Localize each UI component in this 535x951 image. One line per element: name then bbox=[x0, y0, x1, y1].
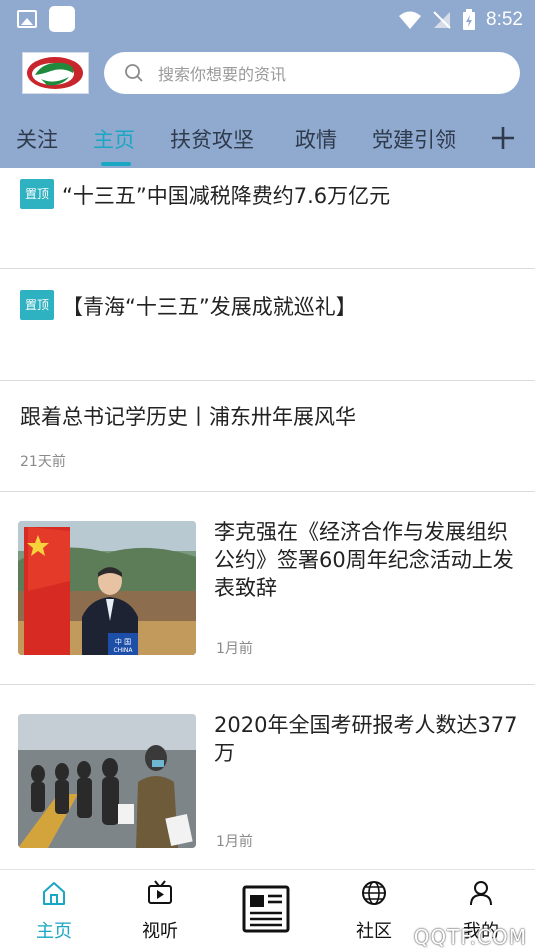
app-notification-icon bbox=[49, 6, 75, 32]
list-item[interactable]: 置顶 “十三五”中国减税降费约7.6万亿元 bbox=[0, 168, 535, 269]
active-tab-indicator bbox=[101, 162, 131, 166]
article-time: 1月前 bbox=[216, 834, 253, 850]
article-thumbnail bbox=[18, 714, 196, 848]
tab-party-building[interactable]: 党建引领 bbox=[372, 124, 456, 154]
clock: 8:52 bbox=[486, 9, 523, 30]
tv-icon bbox=[148, 880, 172, 904]
user-icon bbox=[470, 881, 492, 906]
search-bar[interactable]: 搜索你想要的资讯 bbox=[104, 52, 520, 94]
nav-home-label: 主页 bbox=[36, 921, 72, 942]
pinned-badge: 置顶 bbox=[20, 290, 55, 320]
nav-media-label: 视听 bbox=[142, 921, 178, 942]
nav-community-label: 社区 bbox=[356, 921, 392, 942]
battery-charging-icon bbox=[463, 9, 476, 30]
globe-icon bbox=[362, 881, 386, 905]
image-notification-icon bbox=[17, 10, 37, 28]
search-icon bbox=[125, 64, 143, 82]
article-thumbnail: 中 国 CHINA bbox=[18, 521, 196, 655]
wifi-icon bbox=[399, 11, 422, 29]
list-item[interactable]: 2020年全国考研报考人数达377万 1月前 bbox=[0, 685, 535, 869]
article-title: 【青海“十三五”发展成就巡礼】 bbox=[62, 295, 357, 319]
list-item[interactable]: 跟着总书记学历史丨浦东卅年展风华 21天前 bbox=[0, 381, 535, 492]
pinned-badge: 置顶 bbox=[20, 179, 55, 209]
no-signal-icon bbox=[433, 11, 451, 29]
app-header: 搜索你想要的资讯 关注 主页 扶贫攻坚 政情 党建引领 bbox=[0, 40, 535, 168]
tab-home[interactable]: 主页 bbox=[93, 124, 135, 154]
logo-icon bbox=[27, 57, 83, 89]
list-item[interactable]: 中 国 CHINA 李克强在《经济合作与发展组织公约》签署60周年纪念活动上发表… bbox=[0, 492, 535, 685]
list-item[interactable]: 置顶 【青海“十三五”发展成就巡礼】 bbox=[0, 269, 535, 381]
nav-newspaper[interactable] bbox=[227, 870, 307, 951]
nav-media[interactable]: 视听 bbox=[120, 870, 200, 951]
search-placeholder: 搜索你想要的资讯 bbox=[158, 65, 287, 84]
status-icons: 8:52 bbox=[398, 6, 523, 34]
newspaper-icon bbox=[242, 885, 290, 933]
article-title: “十三五”中国减税降费约7.6万亿元 bbox=[62, 184, 391, 208]
svg-text:CHINA: CHINA bbox=[113, 647, 133, 654]
add-channel-icon[interactable] bbox=[490, 122, 516, 152]
article-time: 21天前 bbox=[20, 454, 66, 470]
article-title: 跟着总书记学历史丨浦东卅年展风华 bbox=[20, 405, 356, 429]
article-title: 2020年全国考研报考人数达377万 bbox=[214, 713, 518, 765]
watermark: QQTF.COM bbox=[413, 925, 527, 949]
svg-text:中 国: 中 国 bbox=[115, 637, 131, 646]
tab-poverty-alleviation[interactable]: 扶贫攻坚 bbox=[170, 124, 254, 154]
home-icon bbox=[43, 882, 65, 905]
article-time: 1月前 bbox=[216, 641, 253, 657]
nav-community[interactable]: 社区 bbox=[334, 870, 414, 951]
channel-tabs: 关注 主页 扶贫攻坚 政情 党建引领 bbox=[0, 118, 535, 168]
app-logo[interactable] bbox=[22, 52, 89, 94]
status-bar: 8:52 bbox=[0, 0, 535, 40]
tab-politics[interactable]: 政情 bbox=[295, 124, 337, 154]
nav-home[interactable]: 主页 bbox=[14, 870, 94, 951]
article-title: 李克强在《经济合作与发展组织公约》签署60周年纪念活动上发表致辞 bbox=[214, 520, 514, 600]
tab-follow[interactable]: 关注 bbox=[16, 124, 58, 154]
